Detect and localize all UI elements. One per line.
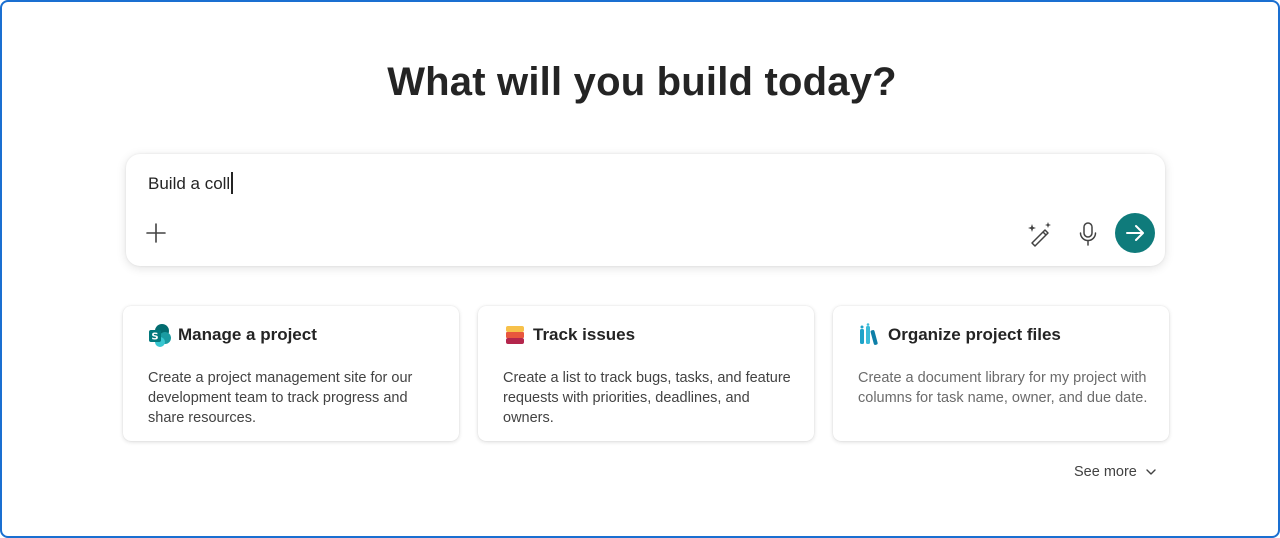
- chevron-down-icon: [1146, 469, 1156, 475]
- card-title: Manage a project: [178, 325, 317, 344]
- enhance-prompt-button[interactable]: [1026, 220, 1054, 248]
- see-more-link[interactable]: See more: [1074, 462, 1157, 482]
- library-icon: [858, 323, 882, 347]
- card-header: Track issues: [503, 322, 635, 348]
- see-more-label: See more: [1074, 464, 1137, 480]
- add-button[interactable]: [144, 221, 168, 245]
- card-description: Create a project management site for our…: [148, 370, 413, 426]
- lists-icon: [503, 323, 527, 347]
- card-header: Organize project files: [858, 322, 1061, 348]
- microphone-icon: [1079, 222, 1097, 246]
- text-caret: [231, 172, 233, 194]
- prompt-text: Build a coll: [148, 174, 231, 193]
- page-title: What will you build today?: [387, 60, 897, 104]
- send-button[interactable]: [1115, 213, 1155, 253]
- suggestion-card-track-issues[interactable]: Track issues Create a list to track bugs…: [478, 306, 814, 441]
- app-frame: What will you build today? Build a coll: [0, 0, 1280, 538]
- card-description: Create a document library for my project…: [858, 370, 1148, 406]
- microphone-button[interactable]: [1076, 220, 1100, 248]
- suggestion-card-manage-project[interactable]: S Manage a project Create a project mana…: [123, 306, 459, 441]
- suggestion-card-organize-files[interactable]: Organize project files Create a document…: [833, 306, 1169, 441]
- card-description: Create a list to track bugs, tasks, and …: [503, 370, 791, 426]
- arrow-right-icon: [1126, 225, 1144, 241]
- card-title: Track issues: [533, 325, 636, 344]
- sharepoint-icon: S: [148, 323, 172, 347]
- svg-text:S: S: [151, 332, 158, 343]
- prompt-input[interactable]: Build a coll: [148, 172, 1128, 196]
- prompt-box: Build a coll: [126, 154, 1165, 266]
- plus-icon: [146, 223, 166, 243]
- card-header: S Manage a project: [148, 322, 317, 348]
- card-title: Organize project files: [888, 325, 1061, 344]
- magic-wand-icon: [1028, 222, 1051, 247]
